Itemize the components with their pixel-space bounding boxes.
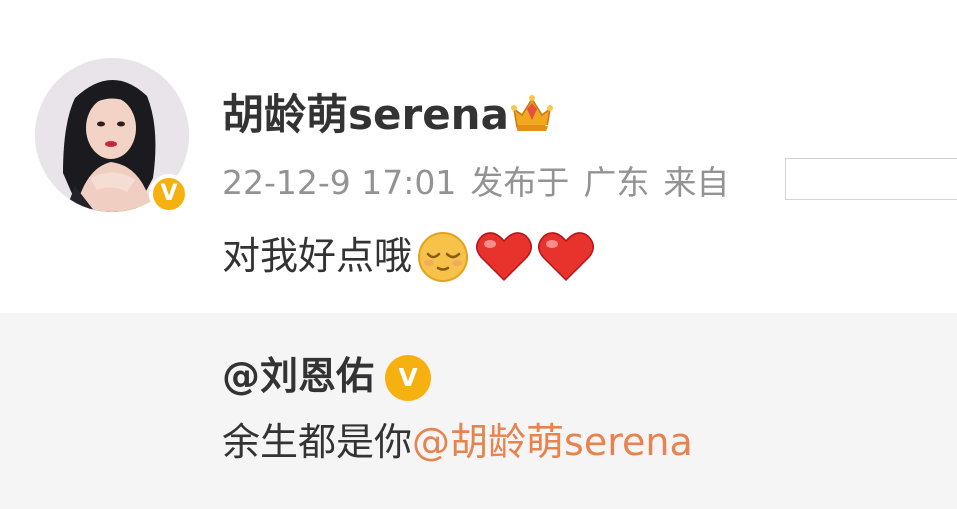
red-heart-emoji [538,232,595,282]
post-username[interactable]: 胡龄萌serena [222,86,509,144]
svg-text:7: 7 [545,124,551,133]
crown-icon[interactable]: 7 [508,89,556,135]
repost-text: 余生都是你 [222,420,413,464]
published-at-label: 发布于 [470,163,570,202]
post-text: 对我好点哦 [222,234,413,278]
post-content: 对我好点哦 [222,228,596,284]
post-meta: 22-12-9 17:01 发布于 广东 来自 [222,158,743,208]
repost-section [0,313,957,509]
repost-verified-badge: V [385,355,431,401]
red-heart-emoji [476,232,533,282]
weibo-post: V 胡龄萌serena 7 22-12-9 17:01 发布于 广东 来自 对我好点哦 [0,0,957,313]
sleepy-face-emoji [418,232,469,282]
source-field [785,158,957,200]
source-label: 来自 [663,163,730,202]
post-timestamp: 22-12-9 17:01 [222,163,457,202]
post-location: 广东 [583,163,650,202]
verified-badge: V [149,174,189,214]
repost-username[interactable]: @刘恩佑 [222,348,374,404]
repost-content: 余生都是你@胡龄萌serena [222,414,693,470]
mention-link[interactable]: @胡龄萌serena [412,420,693,464]
